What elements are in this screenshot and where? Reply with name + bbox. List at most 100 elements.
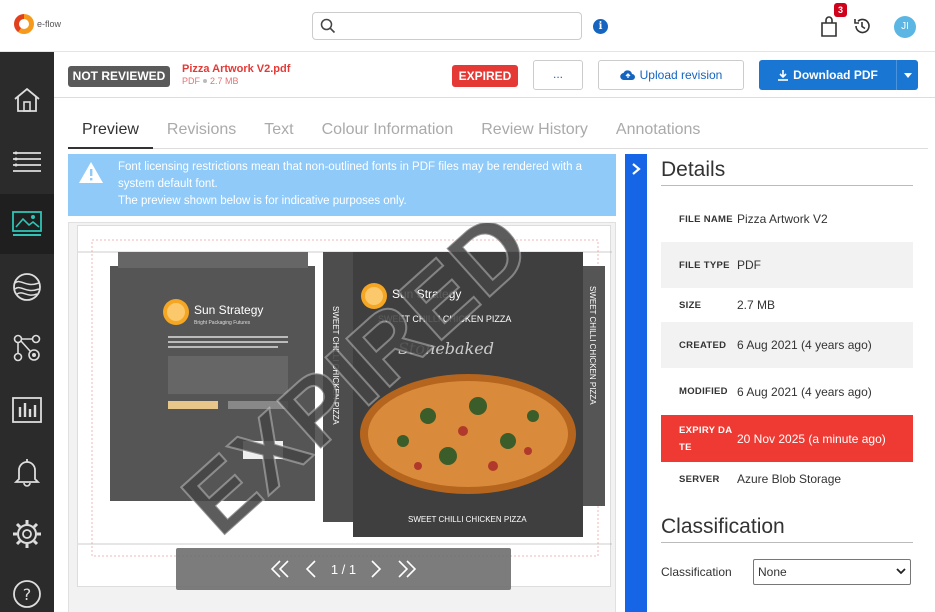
tab-preview[interactable]: Preview bbox=[68, 118, 153, 149]
reports-icon bbox=[12, 397, 42, 423]
download-pdf-label: Download PDF bbox=[793, 68, 878, 82]
detail-value: 6 Aug 2021 (4 years ago) bbox=[737, 338, 872, 352]
classification-panel: Classification Classification None bbox=[661, 511, 913, 585]
detail-row-modified: MODIFIED 6 Aug 2021 (4 years ago) bbox=[661, 368, 913, 415]
detail-label: SERVER bbox=[679, 473, 720, 485]
detail-row-created: CREATED 6 Aug 2021 (4 years ago) bbox=[661, 322, 913, 368]
more-actions-button[interactable]: ... bbox=[533, 60, 583, 90]
detail-value: 2.7 MB bbox=[737, 298, 776, 312]
globe-icon bbox=[13, 273, 41, 301]
detail-row-file-name: FILE NAME Pizza Artwork V2 bbox=[661, 196, 913, 242]
artwork-product-bottom: SWEET CHILLI CHICKEN PIZZA bbox=[408, 515, 527, 524]
page-indicator: 1 / 1 bbox=[330, 561, 357, 577]
caret-down-icon bbox=[903, 72, 912, 78]
detail-row-expiry-date: EXPIRY DATE 20 Nov 2025 (a minute ago) bbox=[661, 415, 913, 462]
details-panel: Details FILE NAME Pizza Artwork V2 FILE … bbox=[661, 154, 913, 496]
upload-revision-button[interactable]: Upload revision bbox=[598, 60, 744, 90]
details-table: FILE NAME Pizza Artwork V2 FILE TYPE PDF… bbox=[661, 196, 913, 496]
detail-value: 20 Nov 2025 (a minute ago) bbox=[737, 431, 886, 446]
artwork-brand-left: Sun Strategy bbox=[194, 303, 263, 317]
top-bar: e-flow i 3 JI bbox=[0, 0, 935, 52]
classification-label: Classification bbox=[661, 565, 732, 579]
network-icon bbox=[13, 334, 41, 362]
search-icon bbox=[320, 18, 336, 34]
detail-row-server: SERVER Azure Blob Storage bbox=[661, 462, 913, 496]
download-pdf-main[interactable]: Download PDF bbox=[759, 68, 896, 82]
bell-icon bbox=[14, 459, 40, 487]
tab-review-history[interactable]: Review History bbox=[467, 118, 602, 149]
detail-label: FILE NAME bbox=[679, 213, 733, 225]
detail-row-size: SIZE 2.7 MB bbox=[661, 288, 913, 322]
upload-revision-label: Upload revision bbox=[639, 68, 723, 82]
sidebar-item-list[interactable] bbox=[0, 131, 54, 191]
tab-revisions[interactable]: Revisions bbox=[153, 118, 250, 149]
history-icon[interactable] bbox=[852, 16, 872, 36]
sidebar-item-notifications[interactable] bbox=[0, 442, 54, 502]
tab-bar: Preview Revisions Text Colour Informatio… bbox=[68, 118, 928, 149]
warning-icon bbox=[79, 162, 103, 183]
next-page-icon[interactable] bbox=[370, 559, 382, 579]
review-status-badge: NOT REVIEWED bbox=[68, 66, 170, 87]
sidebar-item-help[interactable]: ? bbox=[0, 564, 54, 612]
list-icon bbox=[13, 151, 41, 172]
document-preview[interactable]: Sun Strategy Bright Packaging Futures SW… bbox=[68, 222, 616, 612]
file-meta: PDF 2.7 MB bbox=[182, 76, 239, 86]
chevron-down-icon bbox=[896, 568, 906, 575]
app-logo[interactable]: e-flow bbox=[14, 14, 61, 34]
classification-title: Classification bbox=[661, 511, 913, 543]
logo-text: e-flow bbox=[37, 19, 62, 29]
image-gallery-icon bbox=[12, 211, 42, 236]
logo-mark-icon bbox=[14, 14, 34, 34]
expired-badge: EXPIRED bbox=[452, 65, 518, 87]
tab-text[interactable]: Text bbox=[250, 118, 307, 149]
sidebar-item-globe[interactable] bbox=[0, 257, 54, 317]
previous-page-icon[interactable] bbox=[305, 559, 317, 579]
search-input[interactable] bbox=[343, 16, 573, 36]
detail-value: Pizza Artwork V2 bbox=[737, 212, 828, 226]
artwork-tagline-left: Bright Packaging Futures bbox=[194, 320, 251, 326]
sidebar-item-gallery[interactable] bbox=[0, 194, 54, 254]
last-page-icon[interactable] bbox=[396, 559, 418, 579]
download-icon bbox=[778, 70, 789, 81]
cart-count-badge: 3 bbox=[834, 3, 847, 17]
detail-label: CREATED bbox=[679, 339, 727, 351]
cloud-upload-icon bbox=[619, 70, 635, 81]
search-box[interactable] bbox=[312, 12, 582, 40]
chevron-right-icon bbox=[632, 163, 641, 175]
details-panel-toggle[interactable] bbox=[625, 154, 647, 612]
download-pdf-button[interactable]: Download PDF bbox=[759, 60, 918, 90]
sidebar-item-home[interactable] bbox=[0, 70, 54, 130]
file-size: 2.7 MB bbox=[210, 76, 239, 86]
sidebar-item-network[interactable] bbox=[0, 318, 54, 378]
sidebar-item-reports[interactable] bbox=[0, 380, 54, 440]
detail-value: Azure Blob Storage bbox=[737, 472, 842, 486]
detail-row-file-type: FILE TYPE PDF bbox=[661, 242, 913, 288]
settings-icon bbox=[13, 520, 41, 548]
file-title: Pizza Artwork V2.pdf bbox=[182, 63, 291, 75]
info-icon[interactable]: i bbox=[593, 19, 608, 34]
sidebar: ? bbox=[0, 52, 54, 612]
tab-colour-information[interactable]: Colour Information bbox=[308, 118, 468, 149]
file-type: PDF bbox=[182, 76, 200, 86]
first-page-icon[interactable] bbox=[269, 559, 291, 579]
details-title: Details bbox=[661, 154, 913, 186]
detail-value: PDF bbox=[737, 258, 761, 272]
classification-row: Classification None bbox=[661, 559, 913, 585]
sidebar-item-settings[interactable] bbox=[0, 504, 54, 564]
home-icon bbox=[14, 87, 40, 112]
main-content: NOT REVIEWED Pizza Artwork V2.pdf PDF 2.7… bbox=[54, 52, 935, 612]
detail-label: EXPIRY DATE bbox=[679, 424, 733, 453]
download-options-toggle[interactable] bbox=[896, 60, 918, 90]
classification-select[interactable]: None bbox=[753, 559, 911, 585]
user-avatar[interactable]: JI bbox=[894, 16, 916, 38]
notice-line-1: Font licensing restrictions mean that no… bbox=[118, 161, 583, 190]
detail-label: FILE TYPE bbox=[679, 259, 730, 271]
detail-label: SIZE bbox=[679, 299, 702, 311]
help-icon: ? bbox=[13, 580, 41, 608]
separator-dot bbox=[203, 79, 207, 83]
shopping-bag-icon[interactable] bbox=[818, 14, 840, 40]
detail-label: MODIFIED bbox=[679, 386, 728, 397]
tab-annotations[interactable]: Annotations bbox=[602, 118, 715, 149]
artwork-product-side: SWEET CHILLI CHICKEN PIZZA bbox=[588, 286, 597, 405]
detail-value: 6 Aug 2021 (4 years ago) bbox=[737, 384, 872, 399]
